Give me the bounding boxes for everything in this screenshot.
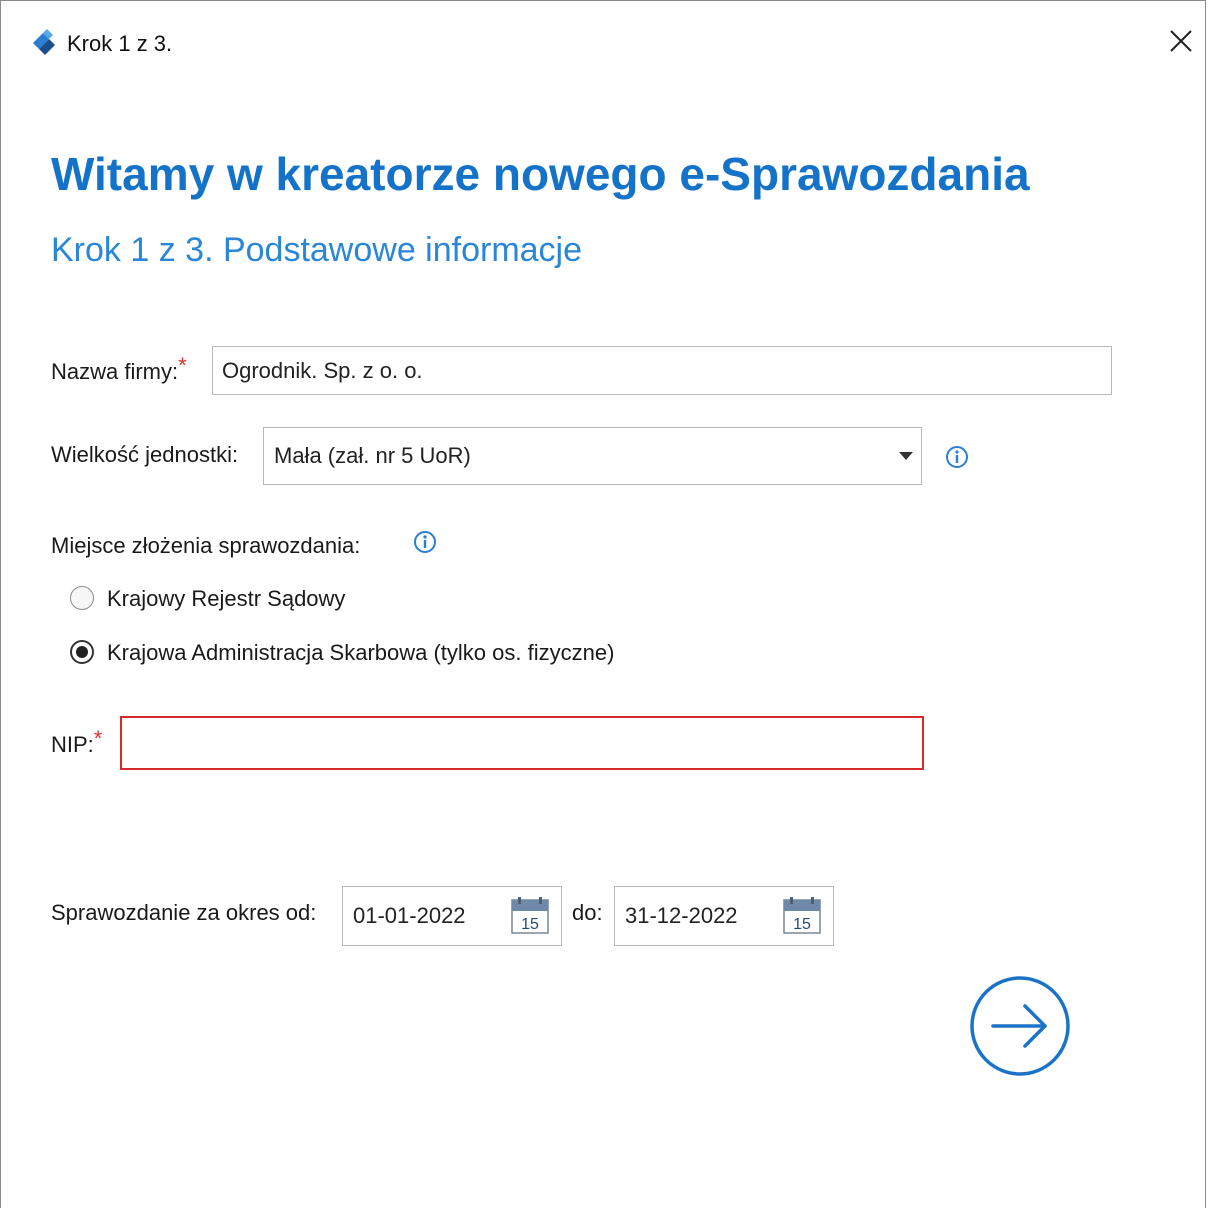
- app-logo-icon: [33, 29, 55, 55]
- info-icon[interactable]: [413, 530, 437, 554]
- radio-kas[interactable]: [70, 640, 94, 664]
- close-icon[interactable]: [1163, 23, 1199, 59]
- period-to-label: do:: [572, 900, 603, 925]
- calendar-icon[interactable]: 15: [783, 897, 821, 935]
- wizard-window: Krok 1 z 3. Witamy w kreatorze nowego e-…: [0, 0, 1206, 1208]
- next-arrow-button[interactable]: [969, 975, 1071, 1077]
- radio-krs-label[interactable]: Krajowy Rejestr Sądowy: [107, 586, 345, 612]
- info-icon[interactable]: [945, 445, 969, 469]
- period-from-label: Sprawozdanie za okres od:: [51, 900, 317, 925]
- page-title: Witamy w kreatorze nowego e-Sprawozdania: [51, 148, 1030, 200]
- calendar-icon[interactable]: 15: [511, 897, 549, 935]
- required-marker: *: [93, 726, 103, 751]
- period-to-value: 31-12-2022: [625, 903, 738, 928]
- company-name-field[interactable]: Ogrodnik. Sp. z o. o.: [212, 346, 1112, 395]
- calendar-day-text: 15: [521, 916, 539, 933]
- nip-field[interactable]: [120, 716, 924, 770]
- unit-size-value: Mała (zał. nr 5 UoR): [274, 443, 471, 468]
- nip-label: NIP:*: [51, 726, 102, 758]
- required-marker: *: [178, 353, 187, 378]
- window-title: Krok 1 z 3.: [67, 31, 173, 56]
- page-subtitle: Krok 1 z 3. Podstawowe informacje: [51, 231, 583, 269]
- company-name-label-text: Nazwa firmy:: [51, 359, 179, 384]
- filing-place-label: Miejsce złożenia sprawozdania:: [51, 533, 361, 558]
- period-from-value: 01-01-2022: [353, 903, 466, 928]
- radio-krs[interactable]: [70, 586, 94, 610]
- unit-size-dropdown[interactable]: Mała (zał. nr 5 UoR): [263, 427, 922, 485]
- company-name-value: Ogrodnik. Sp. z o. o.: [222, 357, 423, 383]
- nip-label-text: NIP:: [51, 732, 94, 757]
- calendar-day-text: 15: [793, 916, 811, 933]
- title-bar: Krok 1 z 3.: [1, 1, 1205, 81]
- chevron-down-icon: [899, 452, 913, 460]
- company-name-label: Nazwa firmy:*: [51, 353, 187, 385]
- unit-size-label: Wielkość jednostki:: [51, 442, 239, 467]
- radio-kas-label[interactable]: Krajowa Administracja Skarbowa (tylko os…: [107, 640, 614, 666]
